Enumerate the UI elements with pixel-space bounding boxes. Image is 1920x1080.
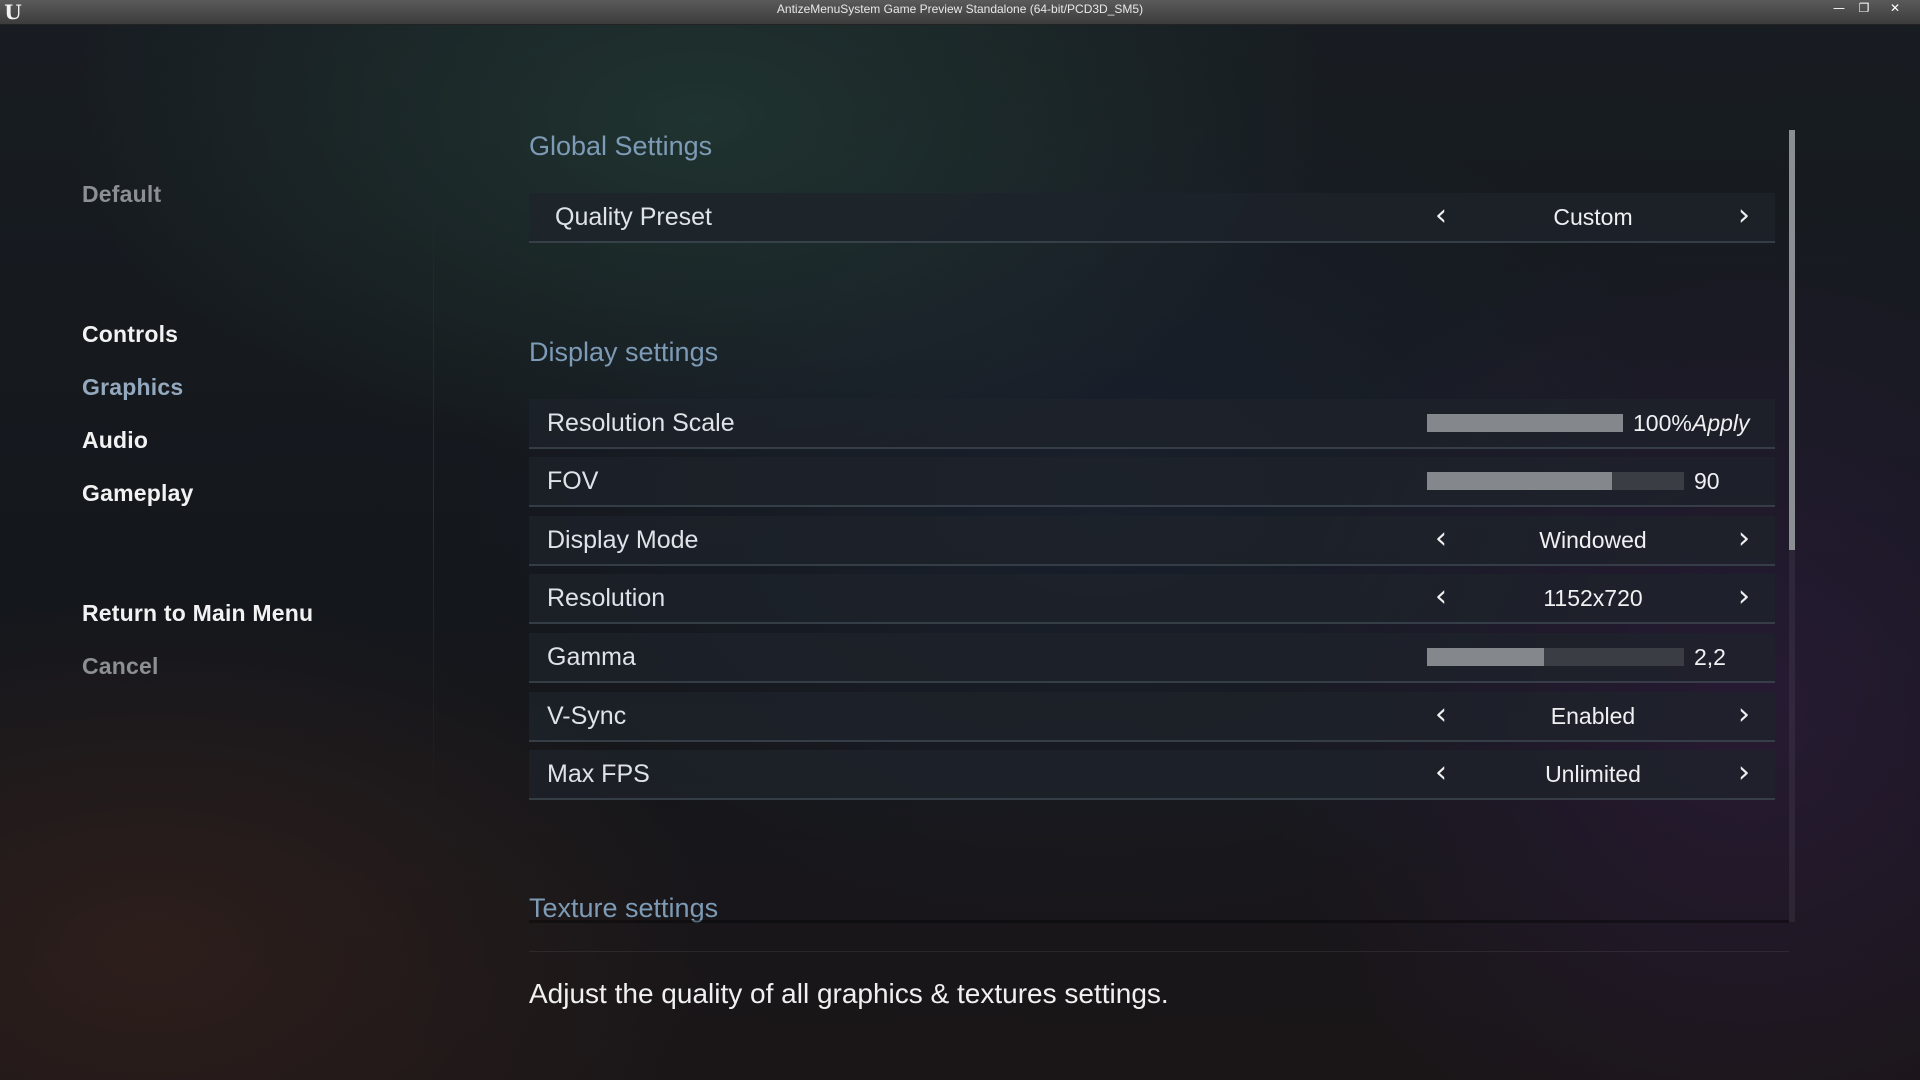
fov-row: FOV 90 bbox=[529, 457, 1775, 507]
vsync-label: V-Sync bbox=[547, 702, 627, 730]
quality-preset-value: Custom bbox=[1553, 204, 1633, 230]
resolution-scale-value: 100% bbox=[1633, 410, 1692, 436]
window-titlebar: U AntizeMenuSystem Game Preview Standalo… bbox=[0, 0, 1920, 25]
minimize-button[interactable]: — bbox=[1829, 1, 1849, 15]
resolution-scale-apply-button[interactable]: Apply bbox=[1692, 399, 1750, 447]
return-to-main-menu-button[interactable]: Return to Main Menu bbox=[82, 600, 313, 627]
sidebar-divider bbox=[433, 185, 434, 825]
sidebar-item-gameplay[interactable]: Gameplay bbox=[82, 480, 194, 507]
quality-preset-label: Quality Preset bbox=[555, 203, 713, 231]
resolution-row[interactable]: Resolution ‹ 1152x720 › bbox=[529, 574, 1775, 624]
quality-preset-next-icon[interactable]: › bbox=[1729, 193, 1759, 241]
gamma-row: Gamma 2,2 bbox=[529, 633, 1775, 683]
window-title: AntizeMenuSystem Game Preview Standalone… bbox=[776, 2, 1144, 16]
quality-preset-prev-icon[interactable]: ‹ bbox=[1426, 193, 1456, 241]
vsync-row[interactable]: V-Sync ‹ Enabled › bbox=[529, 692, 1775, 742]
description-divider bbox=[529, 951, 1789, 952]
close-button[interactable]: ✕ bbox=[1885, 1, 1905, 15]
resolution-scale-label: Resolution Scale bbox=[547, 409, 735, 437]
max-fps-label: Max FPS bbox=[547, 760, 650, 788]
display-mode-prev-icon[interactable]: ‹ bbox=[1426, 516, 1456, 564]
display-settings-title: Display settings bbox=[529, 337, 719, 367]
display-mode-value: Windowed bbox=[1539, 527, 1647, 553]
settings-scrollbar-thumb[interactable] bbox=[1789, 130, 1795, 550]
sidebar-item-graphics[interactable]: Graphics bbox=[82, 374, 183, 401]
resolution-scale-slider[interactable] bbox=[1427, 414, 1623, 432]
fov-slider[interactable] bbox=[1427, 472, 1684, 490]
setting-description: Adjust the quality of all graphics & tex… bbox=[529, 978, 1169, 1009]
sidebar-item-audio[interactable]: Audio bbox=[82, 427, 148, 454]
vsync-prev-icon[interactable]: ‹ bbox=[1426, 692, 1456, 740]
gamma-value: 2,2 bbox=[1694, 644, 1726, 670]
fov-value: 90 bbox=[1694, 468, 1720, 494]
display-mode-next-icon[interactable]: › bbox=[1729, 516, 1759, 564]
cancel-button[interactable]: Cancel bbox=[82, 653, 159, 680]
vsync-next-icon[interactable]: › bbox=[1729, 692, 1759, 740]
max-fps-value: Unlimited bbox=[1545, 761, 1641, 787]
resolution-next-icon[interactable]: › bbox=[1729, 574, 1759, 622]
gamma-slider-fill bbox=[1427, 648, 1544, 666]
restore-button[interactable]: ❐ bbox=[1854, 1, 1874, 15]
display-mode-label: Display Mode bbox=[547, 526, 699, 554]
max-fps-next-icon[interactable]: › bbox=[1729, 750, 1759, 798]
scroll-area-bottom-edge bbox=[529, 920, 1789, 923]
quality-preset-row[interactable]: Quality Preset ‹ Custom › bbox=[529, 193, 1775, 243]
max-fps-prev-icon[interactable]: ‹ bbox=[1426, 750, 1456, 798]
resolution-scale-slider-fill bbox=[1427, 414, 1623, 432]
resolution-scale-row: Resolution Scale 100% Apply bbox=[529, 399, 1775, 449]
resolution-value: 1152x720 bbox=[1543, 585, 1643, 611]
settings-scrollbar[interactable] bbox=[1789, 130, 1795, 922]
fov-label: FOV bbox=[547, 467, 599, 495]
fov-slider-fill bbox=[1427, 472, 1613, 490]
gamma-label: Gamma bbox=[547, 643, 636, 671]
global-settings-title: Global Settings bbox=[529, 131, 713, 161]
resolution-prev-icon[interactable]: ‹ bbox=[1426, 574, 1456, 622]
display-mode-row[interactable]: Display Mode ‹ Windowed › bbox=[529, 516, 1775, 566]
vsync-value: Enabled bbox=[1550, 703, 1636, 729]
max-fps-row[interactable]: Max FPS ‹ Unlimited › bbox=[529, 750, 1775, 800]
sidebar-item-controls[interactable]: Controls bbox=[82, 321, 178, 348]
gamma-slider[interactable] bbox=[1427, 648, 1684, 666]
resolution-label: Resolution bbox=[547, 584, 666, 612]
default-preset-button[interactable]: Default bbox=[82, 181, 161, 208]
